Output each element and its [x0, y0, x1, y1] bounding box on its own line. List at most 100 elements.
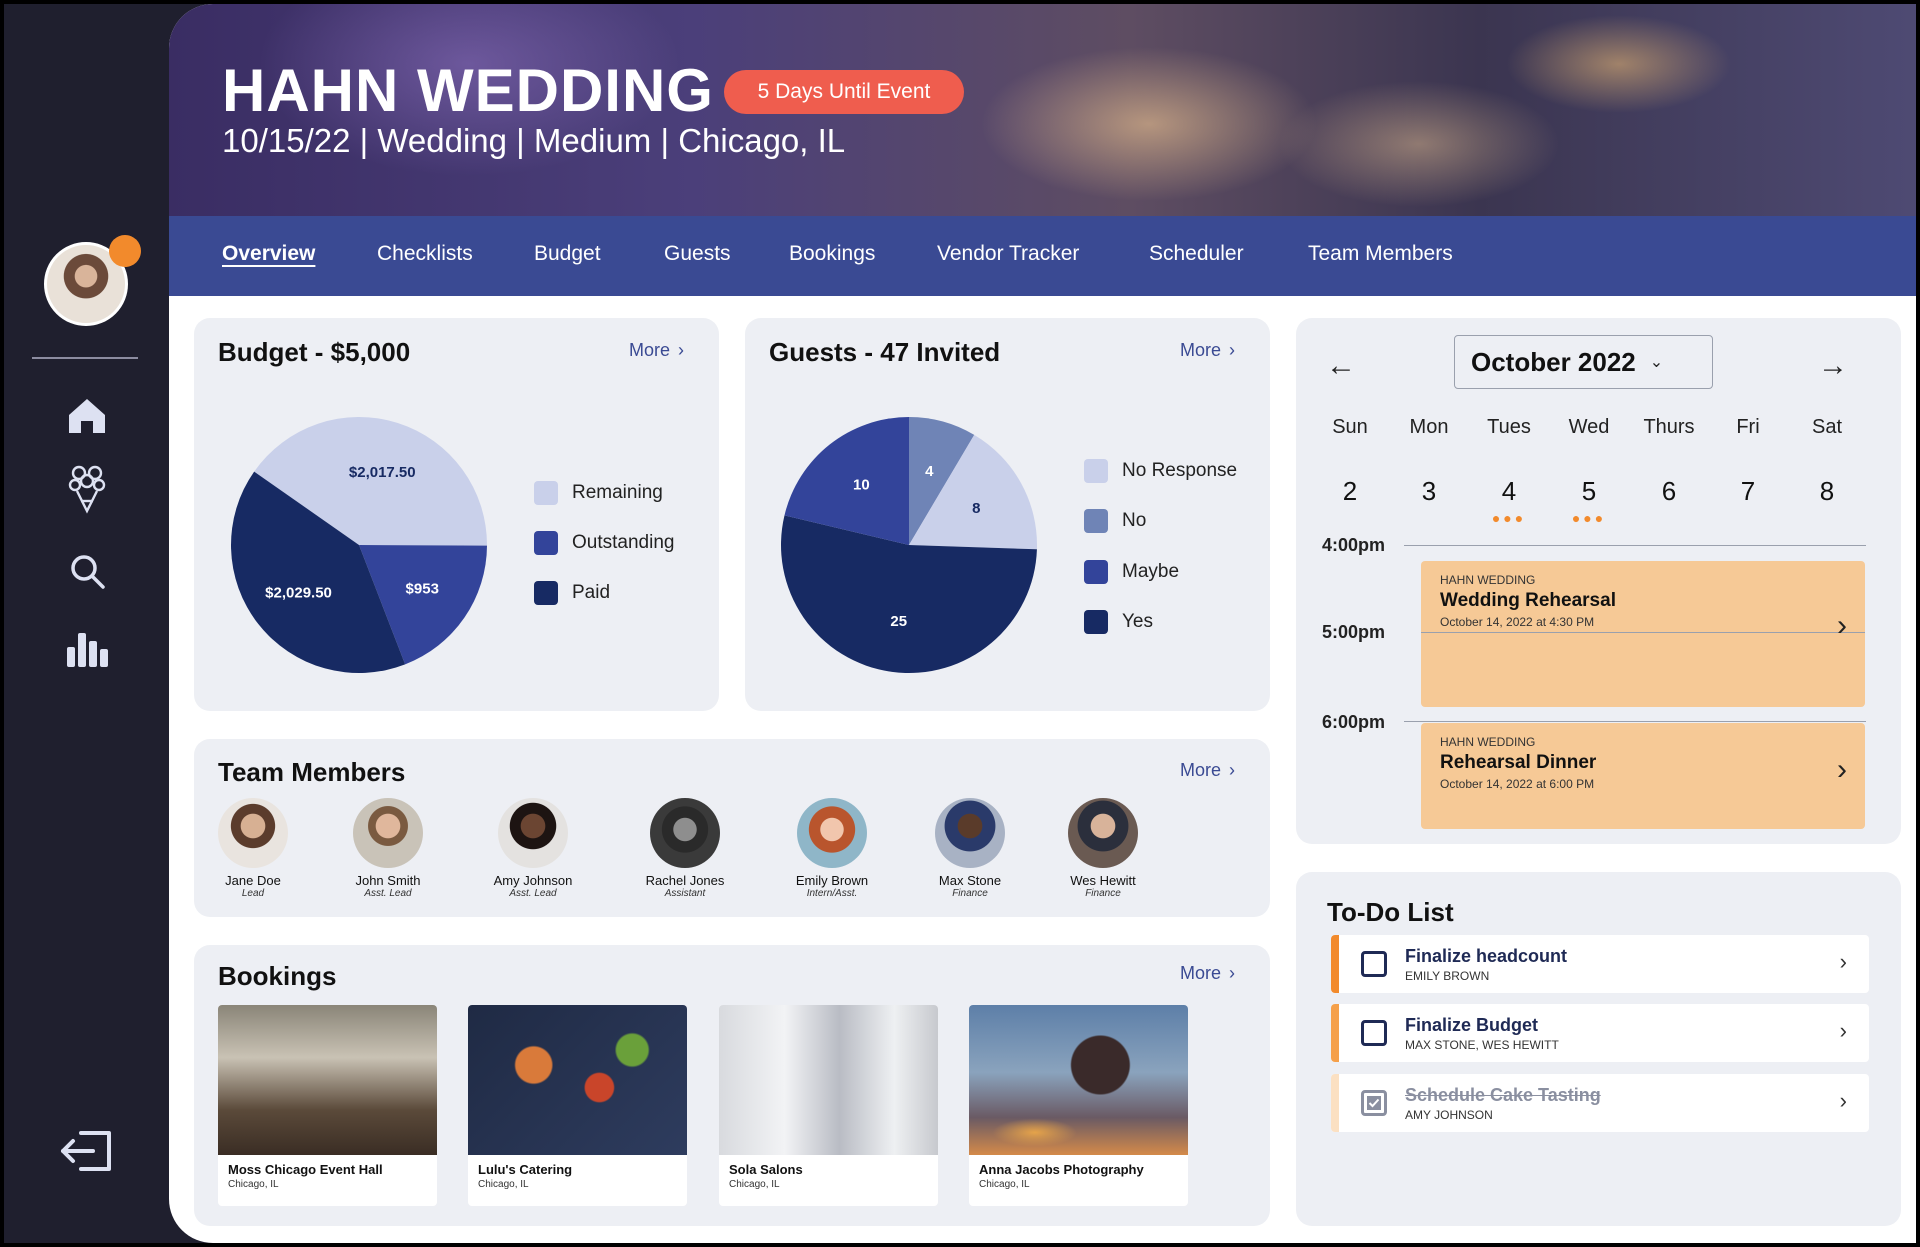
- booking-card[interactable]: Anna Jacobs Photography Chicago, IL: [969, 1005, 1188, 1206]
- todo-task: Finalize Budget: [1405, 1015, 1539, 1035]
- calendar-event[interactable]: HAHN WEDDING Wedding Rehearsal October 1…: [1421, 561, 1865, 707]
- time-label: 4:00pm: [1322, 535, 1386, 555]
- legend-label: No: [1122, 510, 1147, 531]
- tab-bookings[interactable]: Bookings: [789, 242, 875, 266]
- team-member[interactable]: Amy Johnson Asst. Lead: [473, 798, 593, 899]
- todo-checkbox[interactable]: [1361, 1090, 1387, 1116]
- pie-slice-label: 4: [925, 463, 934, 480]
- avatar: [498, 798, 568, 868]
- event-time: October 14, 2022 at 4:30 PM: [1440, 615, 1595, 629]
- member-role: Finance: [1085, 888, 1121, 899]
- member-name: Max Stone: [938, 873, 1002, 888]
- avatar: [650, 798, 720, 868]
- avatar: [935, 798, 1005, 868]
- team-member[interactable]: John Smith Asst. Lead: [328, 798, 448, 899]
- team-more-link[interactable]: More ›: [1180, 760, 1235, 781]
- chevron-right-icon: ›: [1839, 1088, 1847, 1113]
- calendar-date[interactable]: 4: [1474, 476, 1544, 507]
- chevron-right-icon: ›: [1837, 753, 1847, 786]
- team-member[interactable]: Jane Doe Lead: [193, 798, 313, 899]
- todo-item[interactable]: Finalize headcount EMILY BROWN ›: [1331, 935, 1869, 993]
- arrow-left-icon[interactable]: ←: [1326, 349, 1356, 383]
- calendar-date[interactable]: 3: [1394, 476, 1464, 507]
- legend-label: Yes: [1122, 611, 1153, 632]
- tab-guests[interactable]: Guests: [664, 242, 731, 266]
- team-member[interactable]: Max Stone Finance: [910, 798, 1030, 899]
- calendar-date[interactable]: 2: [1315, 476, 1385, 507]
- more-label: More: [1180, 340, 1222, 360]
- notification-dot: [109, 235, 141, 267]
- user-avatar[interactable]: [44, 235, 141, 326]
- booking-name: Sola Salons: [729, 1162, 803, 1177]
- member-name: John Smith: [355, 873, 421, 888]
- arrow-right-icon[interactable]: →: [1818, 349, 1848, 383]
- legend-label: Paid: [572, 582, 611, 603]
- tab-vendor-tracker[interactable]: Vendor Tracker: [937, 242, 1079, 266]
- legend-paid: Paid: [534, 581, 610, 605]
- guests-pie-chart: 4 8 25 10: [781, 417, 1037, 673]
- legend-no-response: No Response: [1084, 459, 1237, 483]
- legend-label: Maybe: [1122, 561, 1180, 582]
- todo-checkbox[interactable]: [1361, 1020, 1387, 1046]
- month-label: October 2022: [1471, 346, 1636, 377]
- pie-slice-label: $953: [406, 581, 439, 598]
- todo-item[interactable]: Schedule Cake Tasting AMY JOHNSON ›: [1331, 1074, 1869, 1132]
- event-time: October 14, 2022 at 6:00 PM: [1440, 777, 1595, 791]
- pie-slice-label: $2,029.50: [265, 584, 332, 601]
- tab-budget[interactable]: Budget: [534, 242, 601, 266]
- tab-overview[interactable]: Overview: [222, 242, 315, 266]
- weekday-label: Thurs: [1643, 416, 1695, 438]
- booking-name: Lulu's Catering: [478, 1162, 573, 1177]
- booking-card[interactable]: Lulu's Catering Chicago, IL: [468, 1005, 687, 1206]
- event-header-banner: HAHN WEDDING 5 Days Until Event 10/15/22…: [169, 4, 1916, 216]
- weekday-label: Sun: [1332, 416, 1368, 438]
- event-title: Wedding Rehearsal: [1440, 590, 1616, 611]
- guests-more-link[interactable]: More ›: [1180, 340, 1235, 361]
- calendar-event[interactable]: HAHN WEDDING Rehearsal Dinner October 14…: [1421, 723, 1865, 829]
- logout-icon[interactable]: [58, 1128, 116, 1174]
- month-select[interactable]: October 2022 ⌄: [1454, 335, 1713, 389]
- analytics-icon[interactable]: [64, 624, 110, 670]
- chevron-right-icon: ›: [678, 340, 685, 360]
- bouquet-icon[interactable]: [64, 465, 110, 514]
- legend-label: Remaining: [572, 482, 663, 503]
- team-member[interactable]: Wes Hewitt Finance: [1043, 798, 1163, 899]
- chevron-right-icon: ›: [1837, 609, 1847, 642]
- legend-label: No Response: [1122, 460, 1238, 481]
- search-icon[interactable]: [64, 548, 110, 594]
- chevron-right-icon: ›: [1229, 340, 1236, 360]
- team-member[interactable]: Emily Brown Intern/Asst.: [772, 798, 892, 899]
- photographer-photo: [969, 1005, 1188, 1155]
- priority-bar: [1331, 1004, 1339, 1062]
- time-label: 6:00pm: [1322, 712, 1386, 732]
- time-label: 5:00pm: [1322, 622, 1386, 642]
- booking-card[interactable]: Sola Salons Chicago, IL: [719, 1005, 938, 1206]
- event-indicator-dots: ●●●: [1491, 510, 1527, 526]
- more-label: More: [1180, 963, 1222, 983]
- calendar-date[interactable]: 7: [1713, 476, 1783, 507]
- todo-item[interactable]: Finalize Budget MAX STONE, WES HEWITT ›: [1331, 1004, 1869, 1062]
- home-icon[interactable]: [64, 392, 110, 438]
- calendar-date[interactable]: 5: [1554, 476, 1624, 507]
- tab-scheduler[interactable]: Scheduler: [1149, 242, 1244, 266]
- chevron-right-icon: ›: [1839, 1018, 1847, 1043]
- todo-assignee: AMY JOHNSON: [1405, 1108, 1493, 1122]
- bookings-more-link[interactable]: More ›: [1180, 963, 1235, 984]
- hour-line: [1404, 545, 1866, 546]
- tab-checklists[interactable]: Checklists: [377, 242, 473, 266]
- chevron-right-icon: ›: [1839, 949, 1847, 974]
- booking-name: Moss Chicago Event Hall: [228, 1162, 383, 1177]
- todo-checkbox[interactable]: [1361, 951, 1387, 977]
- venue-photo: [218, 1005, 437, 1155]
- calendar-date[interactable]: 6: [1634, 476, 1704, 507]
- avatar: [218, 798, 288, 868]
- priority-bar: [1331, 1074, 1339, 1132]
- legend-no: No: [1084, 509, 1146, 533]
- tab-team-members[interactable]: Team Members: [1308, 242, 1453, 266]
- team-member[interactable]: Rachel Jones Assistant: [625, 798, 745, 899]
- calendar-date[interactable]: 8: [1792, 476, 1862, 507]
- booking-card[interactable]: Moss Chicago Event Hall Chicago, IL: [218, 1005, 437, 1206]
- event-title: Rehearsal Dinner: [1440, 752, 1597, 773]
- budget-more-link[interactable]: More ›: [629, 340, 684, 361]
- legend-swatch: [1084, 560, 1108, 584]
